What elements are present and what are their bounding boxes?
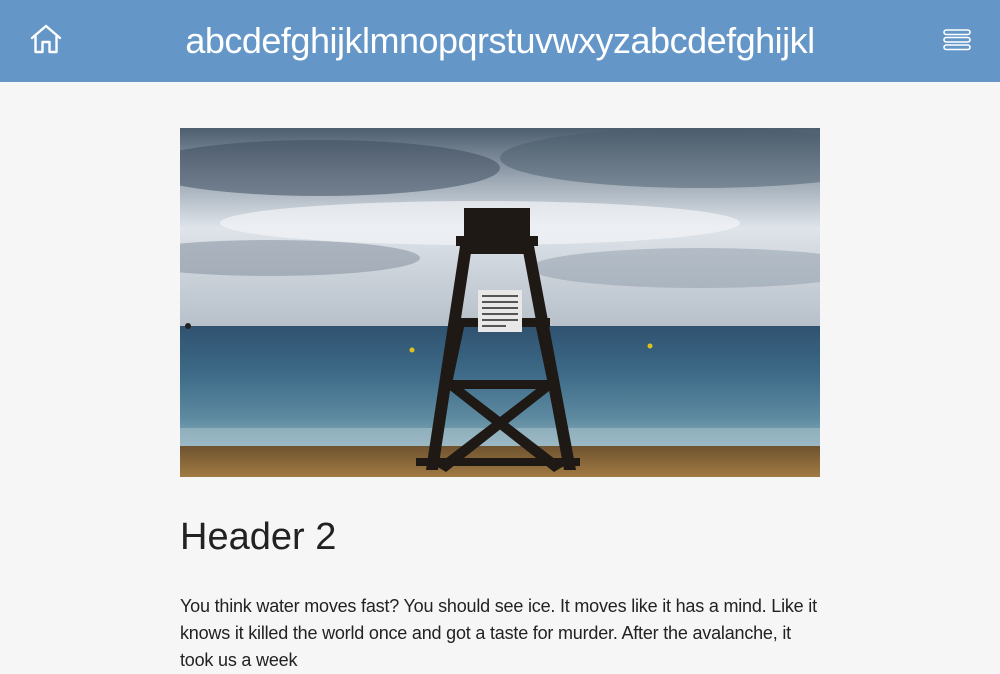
menu-button[interactable]: [942, 27, 972, 57]
site-title: abcdefghijklmnopqrstuvwxyzabcdefghijkl: [185, 20, 815, 61]
article-paragraph: You think water moves fast? You should s…: [180, 595, 817, 670]
home-icon: [29, 23, 63, 60]
home-button[interactable]: [28, 23, 64, 59]
menu-icon: [943, 28, 971, 57]
section-heading: Header 2: [180, 516, 337, 558]
hero-image: [180, 128, 820, 477]
article: Header 2 You think water moves fast? You…: [180, 128, 820, 674]
top-bar: abcdefghijklmnopqrstuvwxyzabcdefghijkl: [0, 0, 1000, 82]
